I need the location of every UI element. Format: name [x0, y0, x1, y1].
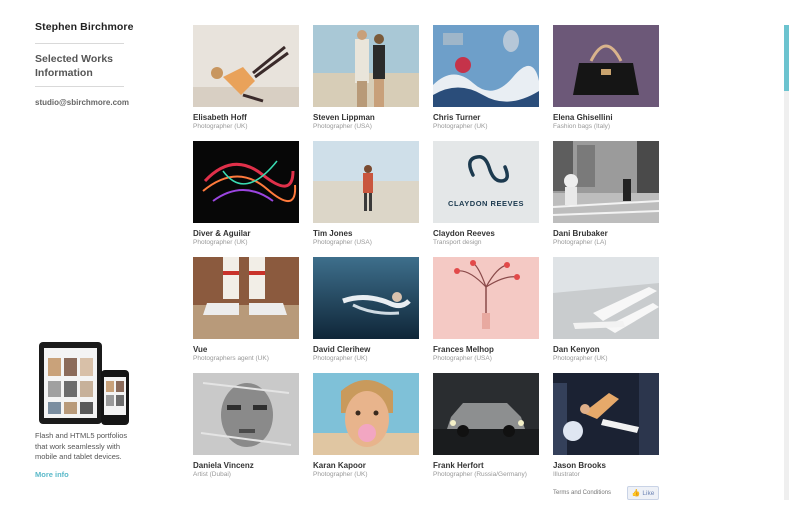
portfolio-item-tim-jones[interactable]: Tim Jones Photographer (USA) — [313, 141, 419, 246]
more-info-link[interactable]: More info — [35, 470, 135, 479]
portfolio-role: Photographers agent (UK) — [193, 355, 269, 362]
portfolio-role: Photographer (USA) — [433, 355, 492, 362]
portfolio-name: Karan Kapoor — [313, 461, 366, 470]
scrollbar[interactable] — [784, 25, 789, 500]
portfolio-role: Photographer (UK) — [193, 239, 248, 246]
like-label: Like — [642, 489, 655, 497]
portfolio-item-frank-herfort[interactable]: Frank Herfort Photographer (Russia/Germa… — [433, 373, 539, 478]
thumbnail — [553, 25, 659, 107]
portfolio-name: Elisabeth Hoff — [193, 113, 247, 122]
mobile-promo: Flash and HTML5 portfolios that work sea… — [35, 340, 135, 479]
claydon-reeves-logo-text: CLAYDON REEVES — [448, 199, 524, 208]
portfolio-item-dani-brubaker[interactable]: Dani Brubaker Photographer (LA) — [553, 141, 659, 246]
portfolio-role: Fashion bags (Italy) — [553, 123, 611, 130]
devices-image — [35, 340, 135, 428]
promo-text: Flash and HTML5 portfolios that work sea… — [35, 431, 128, 461]
portfolio-name: Dani Brubaker — [553, 229, 608, 238]
portfolio-item-frances-melhop[interactable]: Frances Melhop Photographer (USA) — [433, 257, 539, 362]
portfolio-name: Jason Brooks — [553, 461, 606, 470]
portfolio-item-elena-ghisellini[interactable]: Elena Ghisellini Fashion bags (Italy) — [553, 25, 659, 130]
email-link[interactable]: studio@sbirchmore.com — [35, 98, 129, 107]
tablet-image — [39, 342, 102, 424]
portfolio-name: Diver & Aguilar — [193, 229, 251, 238]
nav-information[interactable]: Information — [35, 66, 113, 80]
thumbnail — [313, 257, 419, 339]
thumbnail — [193, 257, 299, 339]
thumbnail — [313, 141, 419, 223]
nav-selected-works[interactable]: Selected Works — [35, 52, 113, 66]
portfolio-role: Photographer (UK) — [433, 123, 488, 130]
divider — [35, 43, 124, 44]
portfolio-name: Frances Melhop — [433, 345, 494, 354]
portfolio-role: Artist (Dubai) — [193, 471, 231, 478]
thumbnail — [553, 373, 659, 455]
portfolio-role: Photographer (UK) — [313, 355, 368, 362]
terms-link[interactable]: Terms and Conditions — [553, 490, 611, 496]
site-title[interactable]: Stephen Birchmore — [35, 21, 134, 33]
portfolio-role: Photographer (UK) — [313, 471, 368, 478]
portfolio-item-diver-aguilar[interactable]: Diver & Aguilar Photographer (UK) — [193, 141, 299, 246]
main-nav: Selected Works Information — [35, 52, 113, 80]
thumbnail — [193, 141, 299, 223]
portfolio-item-karan-kapoor[interactable]: Karan Kapoor Photographer (UK) — [313, 373, 419, 478]
thumbnail — [433, 257, 539, 339]
portfolio-role: Photographer (UK) — [193, 123, 248, 130]
thumbnail: CLAYDON REEVES — [433, 141, 539, 223]
portfolio-name: Vue — [193, 345, 208, 354]
thumbs-up-icon: 👍 — [631, 490, 641, 497]
phone-image — [101, 370, 129, 425]
portfolio-name: Chris Turner — [433, 113, 481, 122]
portfolio-role: Photographer (LA) — [553, 239, 607, 246]
facebook-like-button[interactable]: 👍 Like — [627, 486, 659, 500]
thumbnail — [193, 373, 299, 455]
portfolio-item-david-clerihew[interactable]: David Clerihew Photographer (UK) — [313, 257, 419, 362]
portfolio-item-vue[interactable]: Vue Photographers agent (UK) — [193, 257, 299, 362]
portfolio-item-chris-turner[interactable]: Chris Turner Photographer (UK) — [433, 25, 539, 130]
portfolio-role: Transport design — [433, 239, 482, 246]
portfolio-item-jason-brooks[interactable]: Jason Brooks Illustrator — [553, 373, 659, 478]
portfolio-role: Photographer (Russia/Germany) — [433, 471, 527, 478]
portfolio-role: Photographer (USA) — [313, 239, 372, 246]
thumbnail — [433, 25, 539, 107]
portfolio-role: Photographer (UK) — [553, 355, 608, 362]
thumbnail — [313, 373, 419, 455]
portfolio-name: Frank Herfort — [433, 461, 484, 470]
portfolio-item-dan-kenyon[interactable]: Dan Kenyon Photographer (UK) — [553, 257, 659, 362]
portfolio-role: Photographer (USA) — [313, 123, 372, 130]
thumbnail — [193, 25, 299, 107]
portfolio-name: Steven Lippman — [313, 113, 375, 122]
portfolio-name: Elena Ghisellini — [553, 113, 613, 122]
portfolio-item-daniela-vincenz[interactable]: Daniela Vincenz Artist (Dubai) — [193, 373, 299, 478]
portfolio-item-steven-lippman[interactable]: Steven Lippman Photographer (USA) — [313, 25, 419, 130]
thumbnail — [433, 373, 539, 455]
portfolio-name: Daniela Vincenz — [193, 461, 254, 470]
portfolio-name: David Clerihew — [313, 345, 371, 354]
portfolio-name: Claydon Reeves — [433, 229, 495, 238]
thumbnail — [553, 257, 659, 339]
portfolio-name: Tim Jones — [313, 229, 353, 238]
thumbnail — [313, 25, 419, 107]
thumbnail — [553, 141, 659, 223]
divider — [35, 86, 124, 87]
portfolio-role: Illustrator — [553, 471, 580, 478]
portfolio-name: Dan Kenyon — [553, 345, 600, 354]
portfolio-item-claydon-reeves[interactable]: CLAYDON REEVES Claydon Reeves Transport … — [433, 141, 539, 246]
scrollbar-thumb[interactable] — [784, 25, 789, 91]
sidebar: Stephen Birchmore Selected Works Informa… — [35, 0, 133, 509]
portfolio-item-elisabeth-hoff[interactable]: Elisabeth Hoff Photographer (UK) — [193, 25, 299, 130]
